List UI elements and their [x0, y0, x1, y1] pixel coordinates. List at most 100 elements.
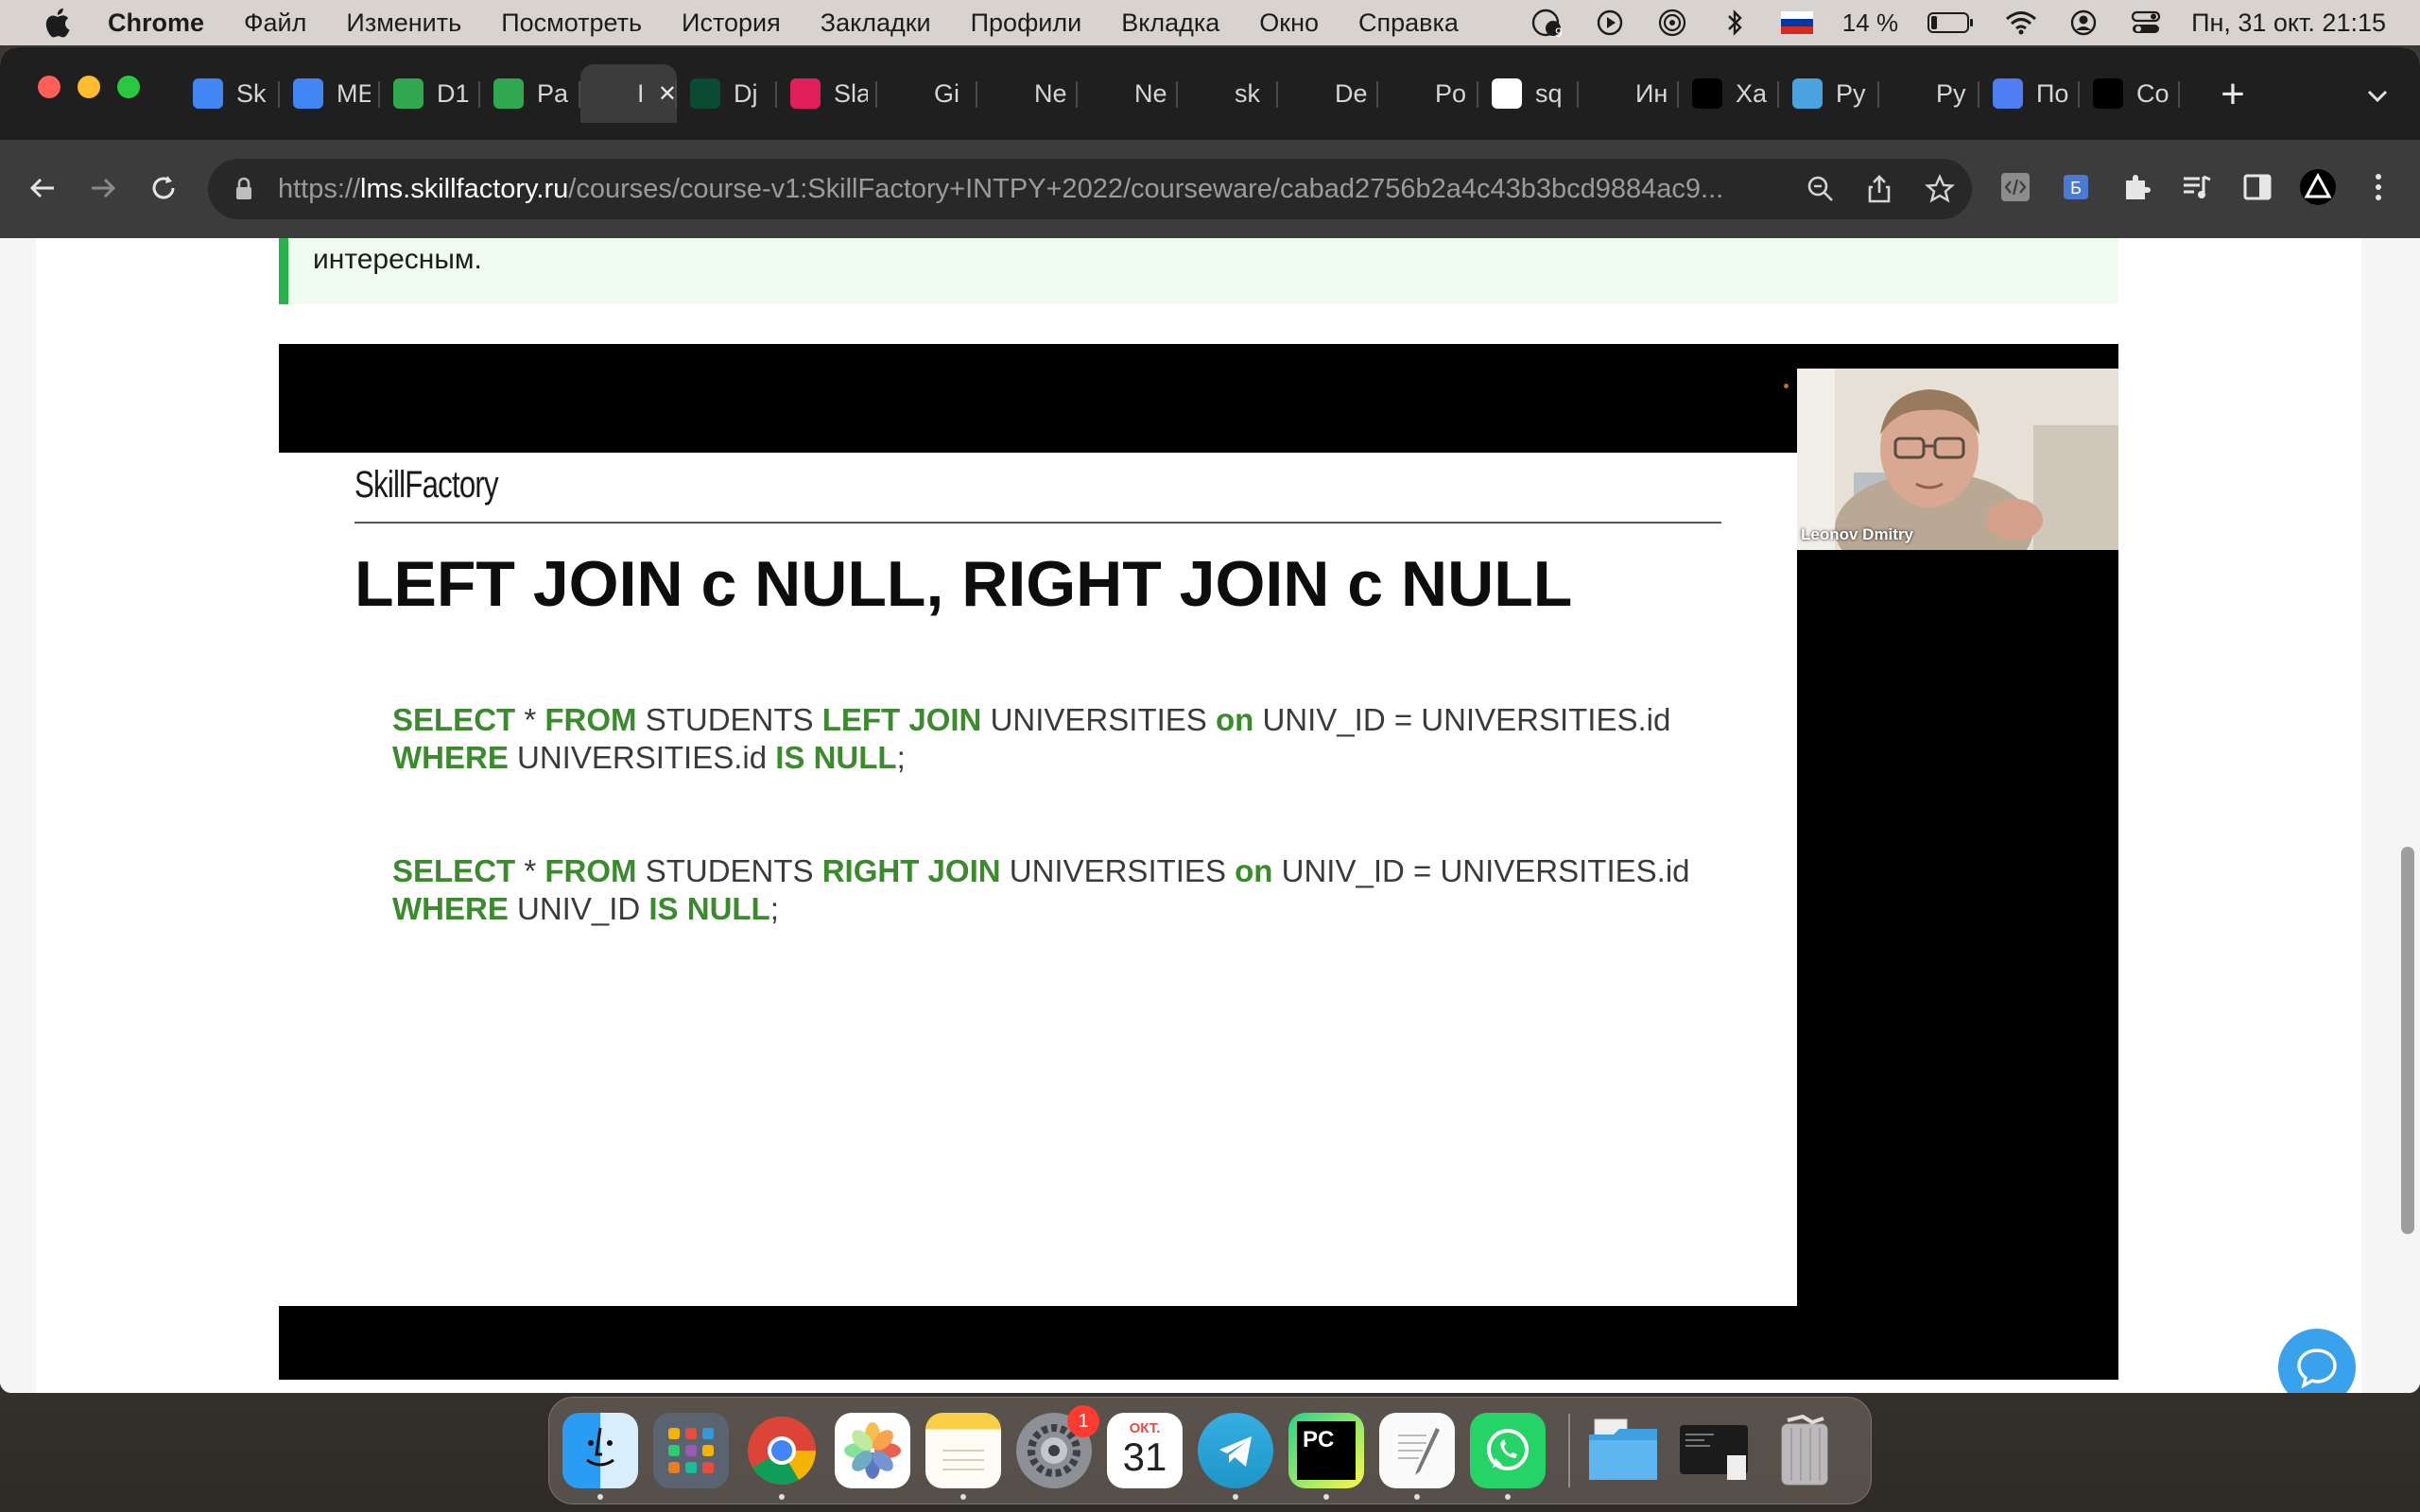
browser-tab[interactable]: D1 [380, 64, 480, 123]
browser-tab[interactable]: Dj [677, 64, 777, 123]
tab-label: Ин [1635, 78, 1668, 108]
globe-icon [1392, 78, 1422, 109]
textedit-app-icon[interactable] [1379, 1413, 1455, 1500]
menu-profiles[interactable]: Профили [971, 9, 1082, 38]
minimize-window-button[interactable] [78, 76, 100, 98]
launchpad-app-icon[interactable] [653, 1413, 729, 1488]
notification-cloud-icon[interactable]: 9 [1530, 6, 1564, 40]
page-scrollbar[interactable] [2395, 238, 2420, 1393]
forward-arrow-icon[interactable] [81, 166, 125, 210]
back-arrow-icon[interactable] [21, 166, 64, 210]
slack-icon [790, 78, 821, 109]
menu-view[interactable]: Посмотреть [501, 9, 642, 38]
menubar-status-area: 9 14 % Пн, 31 окт. 21:15 [1530, 0, 2386, 45]
menubar-clock[interactable]: Пн, 31 окт. 21:15 [2191, 9, 2386, 38]
profile-avatar-icon[interactable] [2299, 168, 2337, 206]
menu-help[interactable]: Справка [1358, 9, 1459, 38]
tab-label: D1 [437, 78, 470, 108]
new-tab-button[interactable]: + [2214, 74, 2252, 115]
menu-window[interactable]: Окно [1259, 9, 1319, 38]
tab-label: I [637, 78, 645, 108]
google-docs-icon [293, 78, 323, 109]
russian-flag-icon[interactable] [1780, 6, 1814, 40]
sql-keyword: on [1235, 853, 1273, 888]
menu-bookmarks[interactable]: Закладки [821, 9, 931, 38]
url-text[interactable]: https://lms.skillfactory.ru/courses/cour… [278, 174, 1790, 205]
browser-tab[interactable]: Sk [180, 64, 280, 123]
devtools-extension-icon[interactable] [1996, 168, 2034, 206]
svg-text:Б: Б [2070, 179, 2082, 198]
speaker-icon [594, 78, 624, 109]
menu-history[interactable]: История [682, 9, 781, 38]
browser-tab[interactable]: ME [280, 64, 380, 123]
browser-tab[interactable]: Ха [1679, 64, 1779, 123]
side-panel-icon[interactable] [2238, 168, 2276, 206]
tab-label: Sk [236, 78, 267, 108]
github-icon [890, 78, 921, 109]
telegram-app-icon[interactable] [1198, 1413, 1273, 1500]
calendar-app-icon[interactable]: ОКТ. 31 [1107, 1413, 1183, 1488]
browser-tab[interactable]: sk [1178, 64, 1278, 123]
address-bar[interactable]: https://lms.skillfactory.ru/courses/cour… [208, 159, 1972, 219]
browser-tab[interactable]: Ne [977, 64, 1078, 123]
browser-tab[interactable]: Ne [1078, 64, 1178, 123]
terminal-preview-icon[interactable] [1676, 1413, 1752, 1488]
browser-tab[interactable]: Ру [1879, 64, 1979, 123]
menu-edit[interactable]: Изменить [346, 9, 461, 38]
chat-bubble-icon [2297, 1349, 2337, 1388]
photos-app-icon[interactable] [835, 1413, 910, 1488]
sql-text: UNIV_ID [508, 891, 649, 926]
whatsapp-app-icon[interactable] [1470, 1413, 1546, 1500]
finder-app-icon[interactable] [562, 1413, 638, 1500]
google-docs-icon [193, 78, 223, 109]
control-center-icon[interactable] [2129, 6, 2163, 40]
notes-app-icon[interactable] [925, 1413, 1001, 1500]
airdrop-icon[interactable] [1655, 6, 1689, 40]
ml-icon [1893, 78, 1923, 109]
chrome-menu-icon[interactable] [2360, 168, 2397, 206]
trash-icon[interactable] [1767, 1413, 1842, 1488]
downloads-folder-icon[interactable] [1585, 1413, 1661, 1488]
share-icon[interactable] [1864, 174, 1894, 204]
menu-app-name[interactable]: Chrome [108, 9, 204, 38]
close-tab-icon[interactable]: ✕ [658, 80, 677, 108]
scrollbar-thumb[interactable] [2401, 847, 2414, 1234]
browser-tab[interactable]: Pa [480, 64, 580, 123]
dictionary-extension-icon[interactable]: Б [2057, 168, 2095, 206]
tab-search-chevron-icon[interactable] [2363, 81, 2392, 110]
bookmark-star-icon[interactable] [1925, 174, 1955, 204]
menu-tab[interactable]: Вкладка [1121, 9, 1219, 38]
zoom-icon[interactable] [1806, 174, 1836, 204]
fullscreen-window-button[interactable] [117, 76, 140, 98]
apple-menu-icon[interactable] [38, 4, 76, 42]
user-account-icon[interactable] [2066, 6, 2100, 40]
browser-tab[interactable]: Ру [1779, 64, 1879, 123]
browser-tab[interactable]: Sla [777, 64, 877, 123]
lock-icon[interactable] [231, 176, 257, 202]
lesson-video-player[interactable]: SkillFactory LEFT JOIN с NULL, RIGHT JOI… [279, 344, 2118, 1380]
system-settings-app-icon[interactable]: 1 [1016, 1405, 1099, 1488]
close-window-button[interactable] [38, 76, 60, 98]
tab-strip: Sk ME D1 Pa I ✕ Dj Sla Gi Ne Ne sk De Po sq Ин Ха Ру Ру По C… [0, 47, 2420, 140]
wifi-icon[interactable] [2004, 6, 2038, 40]
browser-tab[interactable]: Gi [877, 64, 977, 123]
callout-text: интересным. [313, 244, 482, 275]
browser-tab[interactable]: Po [1378, 64, 1478, 123]
browser-tab[interactable]: De [1278, 64, 1378, 123]
browser-tab[interactable]: По [1979, 64, 2080, 123]
browser-tab[interactable]: I ✕ [580, 64, 677, 123]
extensions-puzzle-icon[interactable] [2118, 168, 2155, 206]
menu-file[interactable]: Файл [244, 9, 306, 38]
browser-tab[interactable]: Ин [1579, 64, 1679, 123]
pycharm-app-icon[interactable]: PC [1288, 1413, 1364, 1500]
browser-tab[interactable]: Co [2080, 64, 2180, 123]
skillfactory-icon [393, 78, 424, 109]
media-control-icon[interactable] [2178, 168, 2216, 206]
browser-tab[interactable]: sq [1478, 64, 1579, 123]
play-circle-icon[interactable] [1593, 6, 1627, 40]
bluetooth-icon[interactable] [1718, 6, 1752, 40]
chrome-app-icon[interactable] [744, 1413, 820, 1500]
battery-icon[interactable] [1927, 6, 1976, 40]
reload-icon[interactable] [142, 166, 185, 210]
habr-icon [1692, 78, 1722, 109]
